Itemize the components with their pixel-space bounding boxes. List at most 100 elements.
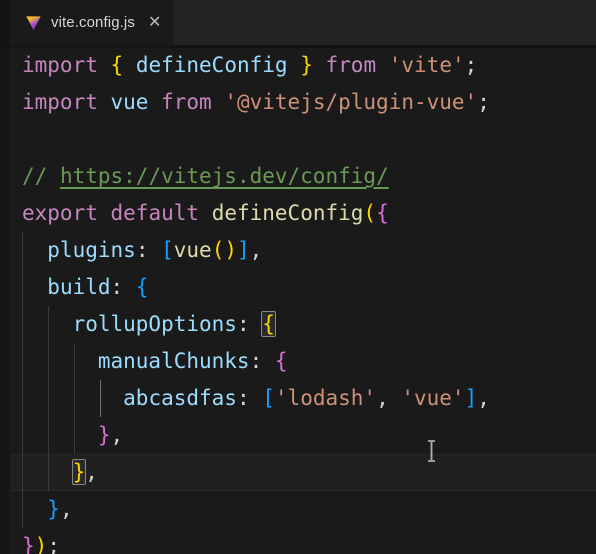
code-token: 'lodash' <box>274 386 377 410</box>
code-line[interactable]: plugins: [vue()], <box>0 232 596 269</box>
code-token: from <box>161 90 212 114</box>
code-token: '@vitejs/plugin-vue' <box>224 90 478 114</box>
code-line[interactable]: }, <box>0 491 596 528</box>
code-token: , <box>110 423 124 447</box>
code-line-text: export default defineConfig({ <box>0 195 389 232</box>
code-line[interactable]: }, <box>0 454 596 491</box>
code-line[interactable]: // https://vitejs.dev/config/ <box>0 158 596 195</box>
editor-window: vite.config.js ✕ import { defineConfig }… <box>0 0 596 554</box>
code-token: , <box>85 460 98 484</box>
code-token: plugins <box>47 238 136 262</box>
code-token: } <box>71 459 87 485</box>
code-token: build <box>47 275 111 299</box>
tab-label: vite.config.js <box>51 14 135 31</box>
code-token: , <box>249 238 263 262</box>
code-line[interactable]: }); <box>0 528 596 554</box>
code-token: { <box>274 349 288 373</box>
code-line-text: // https://vitejs.dev/config/ <box>0 158 389 195</box>
code-line[interactable]: abcasdfas: ['lodash', 'vue'], <box>0 380 596 417</box>
code-token: } <box>47 497 60 521</box>
code-line-text: }); <box>0 528 60 554</box>
code-line[interactable]: import { defineConfig } from 'vite'; <box>0 48 596 84</box>
code-surface[interactable]: import { defineConfig } from 'vite'; impo… <box>0 48 596 554</box>
code-line-text: abcasdfas: ['lodash', 'vue'], <box>0 380 490 417</box>
code-token: ] <box>237 238 250 262</box>
code-token: ) <box>34 534 48 554</box>
code-token: { <box>110 53 124 77</box>
code-token: : <box>236 312 263 336</box>
code-line-text: plugins: [vue()], <box>0 232 262 269</box>
code-token: // <box>22 164 60 188</box>
tab-bar-strip: vite.config.js ✕ <box>10 0 596 48</box>
code-token: : <box>249 349 275 373</box>
code-token: ] <box>464 386 478 410</box>
code-token: 'vite' <box>388 53 465 77</box>
url-link[interactable]: https://vitejs.dev/config/ <box>60 164 389 188</box>
code-line[interactable]: build: { <box>0 269 596 306</box>
code-line[interactable]: manualChunks: { <box>0 343 596 380</box>
code-token: () <box>211 238 237 262</box>
code-token: { <box>261 311 276 337</box>
code-token: from <box>325 53 377 77</box>
code-line-text: }, <box>0 491 73 528</box>
code-token: [ <box>262 386 275 410</box>
code-line[interactable]: }, <box>0 417 596 454</box>
code-line[interactable] <box>0 121 596 158</box>
code-token: } <box>300 53 313 77</box>
code-token: ; <box>464 53 478 77</box>
close-icon[interactable]: ✕ <box>148 14 161 31</box>
code-token: : <box>135 238 162 262</box>
code-token: rollupOptions <box>72 312 237 336</box>
code-line-text: import vue from '@vitejs/plugin-vue'; <box>0 84 490 121</box>
tab-bar-left-edge <box>0 0 10 48</box>
code-token: 'vue' <box>401 386 465 410</box>
code-token: vue <box>173 238 212 262</box>
code-line-text: build: { <box>0 269 148 306</box>
tab-vite-config-js[interactable]: vite.config.js ✕ <box>10 0 175 45</box>
tab-bar: vite.config.js ✕ <box>0 0 596 48</box>
code-token: manualChunks <box>97 349 250 373</box>
vite-logo-icon <box>26 16 41 30</box>
code-token: , <box>477 386 490 410</box>
code-editor[interactable]: import { defineConfig } from 'vite'; impo… <box>0 48 596 554</box>
code-token: import <box>22 90 98 114</box>
code-token: , <box>376 386 402 410</box>
code-token: { <box>376 201 389 225</box>
code-line[interactable]: import vue from '@vitejs/plugin-vue'; <box>0 84 596 121</box>
code-token: } <box>97 423 111 447</box>
code-token: ( <box>363 201 377 225</box>
code-line-text: }, <box>0 454 98 491</box>
code-token: vue <box>110 90 149 114</box>
code-token: abcasdfas <box>123 386 237 410</box>
code-token: } <box>22 534 35 554</box>
code-line[interactable]: export default defineConfig({ <box>0 195 596 232</box>
code-token: , <box>59 497 73 521</box>
code-token: import <box>22 53 98 77</box>
code-token: [ <box>161 238 174 262</box>
code-token: ; <box>477 90 490 114</box>
code-token: defineConfig <box>135 53 288 77</box>
code-token: { <box>135 275 149 299</box>
code-line[interactable]: rollupOptions: { <box>0 306 596 343</box>
code-line-text: import { defineConfig } from 'vite'; <box>0 48 477 84</box>
code-token: export <box>22 201 98 225</box>
code-token: ; <box>47 534 60 554</box>
code-token: : <box>236 386 263 410</box>
code-line-text: }, <box>0 417 123 454</box>
